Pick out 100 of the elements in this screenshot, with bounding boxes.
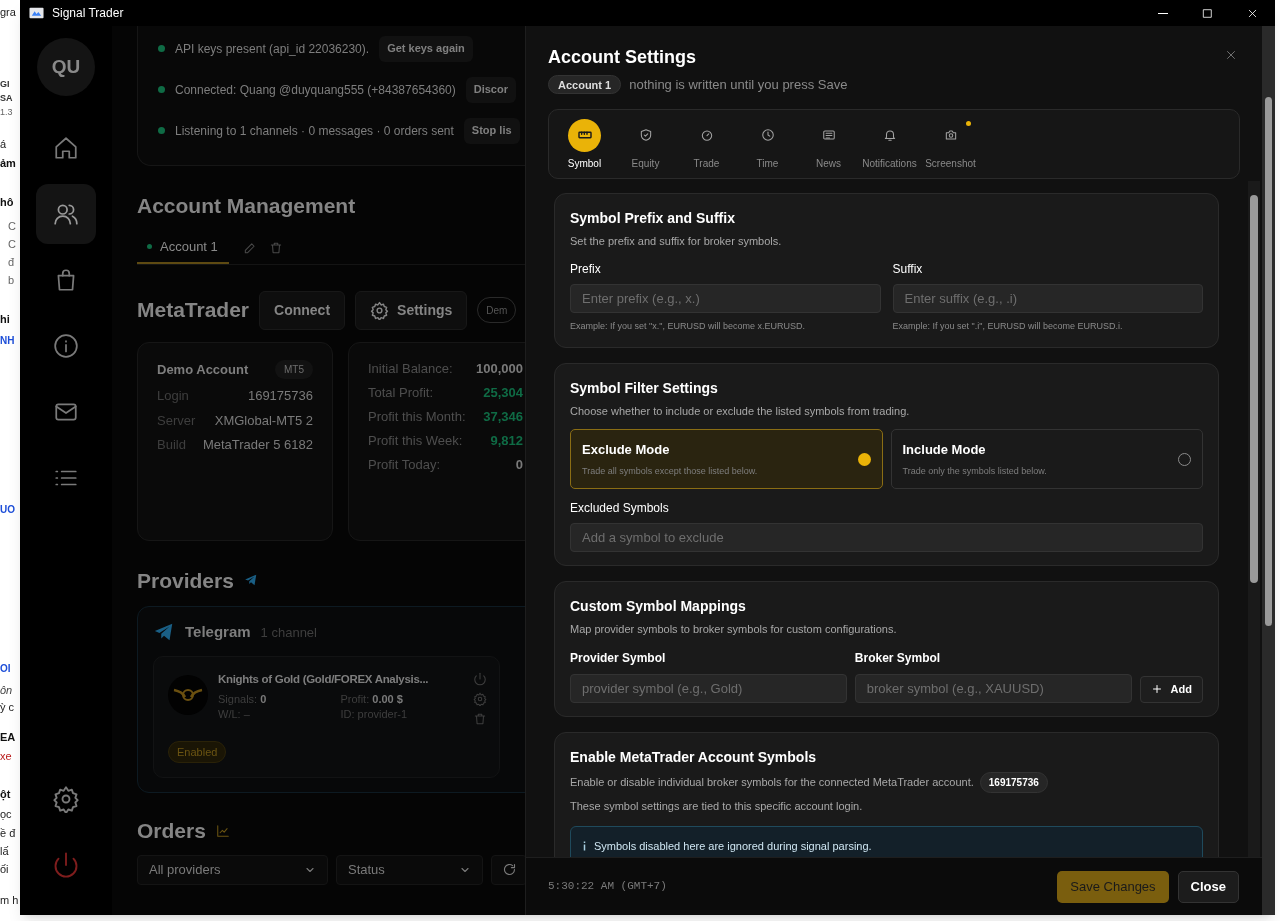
section-heading: Orders <box>137 818 206 844</box>
gauge-icon <box>699 128 714 142</box>
field-hint: Example: If you set ".i", EURUSD will become EURUSD.i. <box>892 320 1124 333</box>
bell-icon <box>882 128 897 142</box>
scrollbar-thumb[interactable] <box>1265 97 1272 626</box>
section-heading: MetaTrader <box>137 297 250 324</box>
maximize-icon <box>1201 6 1214 20</box>
card-note: These symbol settings are tied to this specific account login. <box>570 798 864 814</box>
page-text-fragment: OI <box>0 662 11 676</box>
page-text-fragment: ột <box>0 787 11 803</box>
card-title: Symbol Prefix and Suffix <box>570 208 736 228</box>
sidebar-nav-item[interactable] <box>36 184 96 244</box>
page-text-fragment: C <box>8 237 16 252</box>
settings-tab[interactable]: Symbol <box>554 118 615 171</box>
page-text-fragment: gra <box>0 5 16 20</box>
status-action-button[interactable]: Stop lis <box>463 117 520 144</box>
settings-icon <box>52 785 80 813</box>
card-description: Set the prefix and suffix for broker symbols. <box>570 233 783 249</box>
field-label: Suffix <box>892 261 924 278</box>
stat-value: 0 <box>515 455 523 474</box>
card-description: Choose whether to include or exclude the listed symbols from trading. <box>570 403 911 419</box>
trash-icon <box>473 711 487 726</box>
status-text: Listening to 1 channels · 0 messages · 0 orders sent <box>175 122 454 140</box>
refresh-button[interactable] <box>491 854 525 885</box>
field-value: 169175736 <box>247 387 313 405</box>
line-chart-icon <box>215 823 230 838</box>
stat-value: 100,000 <box>476 359 523 378</box>
settings-tab[interactable]: Screenshot <box>920 118 981 171</box>
paper-plane-icon <box>243 573 258 588</box>
stat-value: 25,304 <box>483 383 523 402</box>
status-action-button[interactable]: Discor <box>465 76 516 103</box>
close-button[interactable]: Close <box>1177 870 1239 903</box>
page-text-fragment: á <box>0 137 7 152</box>
section-heading: Providers <box>137 567 234 594</box>
section-heading: Account Management <box>137 193 357 219</box>
app-icon <box>29 7 44 19</box>
page-text-fragment: hô <box>0 195 14 210</box>
settings-tab[interactable]: Equity <box>615 118 676 171</box>
page-text-fragment: m h <box>0 893 19 908</box>
panel-title: Account Settings <box>548 46 696 69</box>
account-tab[interactable]: Account 1 <box>137 231 229 264</box>
settings-button[interactable]: Settings <box>355 290 468 330</box>
account-title: Demo Account <box>157 360 249 379</box>
power-icon <box>52 851 80 879</box>
page-text-fragment: đ <box>8 255 15 270</box>
input-field[interactable]: Enter suffix (e.g., .i) <box>892 284 1203 313</box>
shield-check-icon <box>638 128 653 142</box>
field-hint: Example: If you set "x.", EURUSD will become x.EURUSD. <box>570 320 806 333</box>
field-label: Provider Symbol <box>570 649 667 667</box>
connect-button[interactable]: Connect <box>259 290 346 330</box>
power-icon <box>473 671 487 686</box>
refresh-icon <box>501 862 517 877</box>
filter-select[interactable]: Status <box>336 854 483 885</box>
mode-option[interactable]: Exclude Mode Trade all symbols except those listed below. <box>570 429 883 489</box>
user-avatar[interactable]: QU <box>37 38 95 96</box>
input-field[interactable]: broker symbol (e.g., XAUUSD) <box>854 673 1132 703</box>
field-label: Prefix <box>570 261 602 278</box>
stat-value: 9,812 <box>490 431 523 450</box>
settings-tab[interactable]: Trade <box>676 118 737 171</box>
scrollbar[interactable] <box>1248 180 1260 857</box>
settings-tab[interactable]: Time <box>737 118 798 171</box>
plus-icon <box>1150 683 1163 695</box>
field-value: MetaTrader 5 6182 <box>202 436 313 454</box>
field-label: Broker Symbol <box>854 649 942 667</box>
pencil-icon <box>243 240 257 255</box>
page-text-fragment: ọc <box>0 807 12 822</box>
window-title: Signal Trader <box>52 5 124 22</box>
field-value: XMGlobal-MT5 2 <box>214 411 313 430</box>
page-text-fragment: b <box>8 273 15 288</box>
add-button[interactable]: Add <box>1139 675 1203 703</box>
card-description: Map provider symbols to broker symbols for custom configurations. <box>570 622 898 637</box>
input-field[interactable]: provider symbol (e.g., Gold) <box>570 673 847 703</box>
gear-icon <box>473 691 487 706</box>
scrollbar[interactable] <box>1262 26 1275 915</box>
panel-subtitle: nothing is written until you press Save <box>629 76 848 94</box>
card-description: Enable or disable individual broker symbols for the connected MetaTrader account. <box>570 774 974 790</box>
scrollbar-thumb[interactable] <box>1250 194 1258 583</box>
save-button[interactable]: Save Changes <box>1057 870 1169 903</box>
home-icon <box>53 135 79 161</box>
stat-label: Total Profit: <box>368 383 435 402</box>
settings-tab[interactable]: News <box>798 118 859 171</box>
gear-icon <box>370 300 390 320</box>
login-badge: 169175736 <box>979 771 1048 793</box>
status-action-button[interactable]: Get keys again <box>379 35 473 62</box>
settings-tab[interactable]: Notifications <box>859 118 920 171</box>
camera-icon <box>943 128 958 142</box>
input-field[interactable]: Add a symbol to exclude <box>570 523 1203 552</box>
mode-option[interactable]: Include Mode Trade only the symbols listed below. <box>890 429 1203 489</box>
input-field[interactable]: Enter prefix (e.g., x.) <box>570 284 881 313</box>
info-icon <box>583 841 586 851</box>
field-label: Excluded Symbols <box>570 500 670 517</box>
minimize-icon <box>1157 12 1168 14</box>
page-text-fragment: UO <box>0 503 15 517</box>
page-text-fragment: EA <box>0 730 16 745</box>
page-text-fragment: xe <box>0 749 12 764</box>
card-title: Enable MetaTrader Account Symbols <box>570 747 818 767</box>
filter-select[interactable]: All providers <box>137 854 328 885</box>
close-button[interactable] <box>1224 48 1238 62</box>
page-text-fragment: ỳ c <box>0 700 15 715</box>
stat-label: Profit Today: <box>368 455 442 474</box>
